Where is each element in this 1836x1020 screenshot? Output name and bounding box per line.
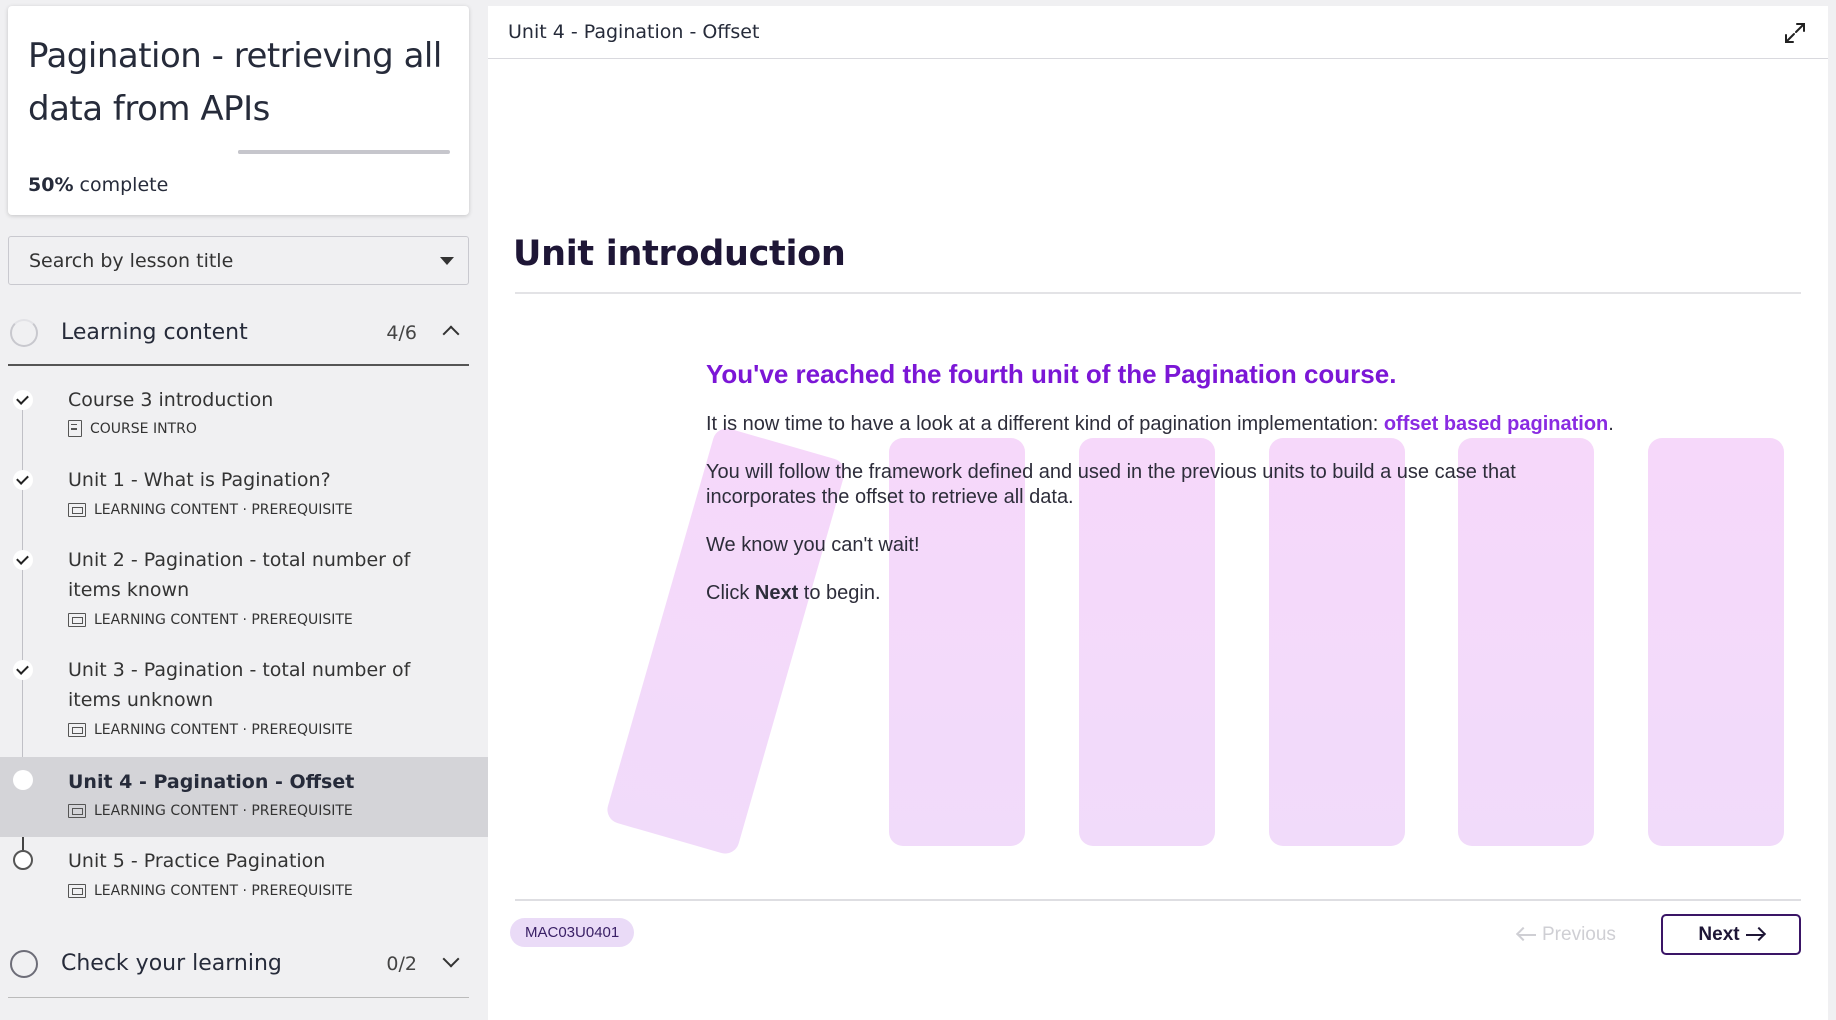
section-label: Check your learning [61, 951, 282, 976]
lesson-meta-text: LEARNING CONTENT · PREREQUISITE [94, 883, 353, 899]
lesson-title: Course 3 introduction [68, 389, 274, 411]
click-next-paragraph: Click Next to begin. [706, 581, 1706, 606]
slides-icon [68, 503, 86, 517]
lesson-title: Unit 2 - Pagination - total number of it… [68, 549, 411, 601]
lesson-search-select[interactable]: Search by lesson title [8, 236, 469, 285]
progress-suffix: complete [79, 174, 169, 196]
check-icon [13, 390, 33, 410]
lesson-meta-text: LEARNING CONTENT · PREREQUISITE [94, 502, 353, 518]
previous-button[interactable]: Previous [1518, 918, 1630, 952]
lesson-meta: LEARNING CONTENT · PREREQUISITE [68, 883, 353, 899]
section-learning-content[interactable]: Learning content 4/6 [8, 306, 469, 358]
section-count: 0/2 [386, 953, 417, 975]
lesson-item[interactable]: Unit 1 - What is Pagination? LEARNING CO… [0, 460, 488, 538]
slides-icon [68, 723, 86, 737]
chevron-down-icon[interactable] [442, 950, 460, 968]
course-card: Pagination - retrieving all data from AP… [8, 6, 469, 215]
lesson-meta-text: COURSE INTRO [90, 420, 197, 437]
lesson-meta-text: LEARNING CONTENT · PREREQUISITE [94, 722, 353, 738]
course-title: Pagination - retrieving all data from AP… [28, 36, 442, 129]
lesson-meta-text: LEARNING CONTENT · PREREQUISITE [94, 803, 353, 819]
lesson-title: Unit 5 - Practice Pagination [68, 850, 326, 872]
check-icon [13, 550, 33, 570]
lesson-meta: LEARNING CONTENT · PREREQUISITE [68, 722, 353, 738]
heading-rule [515, 292, 1801, 294]
empty-circle-icon [10, 950, 38, 978]
para4-bold: Next [754, 582, 799, 604]
section-count: 4/6 [386, 322, 417, 344]
intro-paragraph: It is now time to have a look at a diffe… [706, 412, 1706, 437]
para1-suffix: . [1608, 413, 1614, 435]
breadcrumb: Unit 4 - Pagination - Offset [508, 21, 760, 43]
section-label: Learning content [61, 320, 248, 345]
lesson-item[interactable]: Unit 3 - Pagination - total number of it… [0, 650, 488, 755]
highlight-term: offset based pagination [1383, 413, 1609, 435]
lesson-title: Unit 3 - Pagination - total number of it… [68, 659, 411, 711]
slides-icon [68, 804, 86, 818]
framework-paragraph: You will follow the framework defined an… [706, 461, 1516, 508]
next-button[interactable]: Next [1661, 914, 1801, 955]
next-label: Next [1698, 923, 1740, 945]
lesson-title: Unit 1 - What is Pagination? [68, 469, 331, 491]
previous-label: Previous [1542, 924, 1616, 945]
progress-bar [238, 150, 450, 154]
lesson-content: You've reached the fourth unit of the Pa… [706, 359, 1706, 629]
caret-down-icon [440, 257, 454, 265]
progress-label: 50% complete [28, 174, 168, 196]
slides-icon [68, 884, 86, 898]
lesson-item[interactable]: Unit 2 - Pagination - total number of it… [0, 540, 488, 648]
current-lesson-dot-icon [13, 770, 33, 790]
para4-prefix: Click [706, 582, 755, 604]
chevron-up-icon[interactable] [442, 325, 460, 343]
slides-icon [68, 613, 86, 627]
search-placeholder: Search by lesson title [29, 250, 234, 272]
document-icon [68, 420, 82, 437]
section-progress-ring-icon [10, 319, 38, 347]
unit-heading: Unit introduction [513, 234, 846, 274]
empty-circle-icon [13, 850, 33, 870]
lesson-code-badge: MAC03U0401 [510, 918, 635, 947]
para1-text: It is now time to have a look at a diffe… [706, 413, 1384, 435]
lesson-meta: LEARNING CONTENT · PREREQUISITE [68, 612, 353, 628]
progress-fill [238, 150, 344, 154]
check-icon [13, 660, 33, 680]
lesson-item[interactable]: Unit 5 - Practice Pagination LEARNING CO… [0, 840, 488, 918]
footer-rule [515, 899, 1801, 901]
section-check-your-learning[interactable]: Check your learning 0/2 [8, 937, 469, 989]
sidebar: Pagination - retrieving all data from AP… [0, 0, 488, 1020]
section-divider [8, 997, 469, 998]
expand-icon[interactable] [1784, 22, 1806, 44]
lesson-meta: COURSE INTRO [68, 420, 197, 437]
lesson-title: Unit 4 - Pagination - Offset [68, 771, 355, 793]
cant-wait-paragraph: We know you can't wait! [706, 534, 920, 556]
lesson-item[interactable]: Course 3 introduction COURSE INTRO [0, 380, 488, 458]
lesson-topbar: Unit 4 - Pagination - Offset [488, 6, 1828, 59]
lesson-meta: LEARNING CONTENT · PREREQUISITE [68, 803, 353, 819]
arrow-right-icon [1745, 933, 1764, 936]
progress-percent: 50% [28, 174, 74, 196]
section-divider [8, 364, 469, 366]
check-icon [13, 470, 33, 490]
lesson-panel: Unit 4 - Pagination - Offset Unit introd… [488, 6, 1828, 1020]
lesson-meta-text: LEARNING CONTENT · PREREQUISITE [94, 612, 353, 628]
intro-heading: You've reached the fourth unit of the Pa… [706, 359, 1397, 389]
para4-suffix: to begin. [798, 582, 881, 604]
arrow-left-icon [1518, 934, 1536, 936]
lesson-meta: LEARNING CONTENT · PREREQUISITE [68, 502, 353, 518]
lesson-item-current[interactable]: Unit 4 - Pagination - Offset LEARNING CO… [0, 757, 488, 837]
